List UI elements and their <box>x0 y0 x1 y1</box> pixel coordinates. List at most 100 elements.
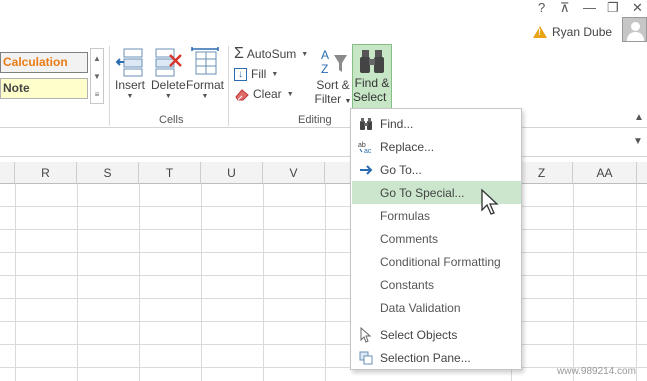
menu-item-label: Replace... <box>380 139 435 154</box>
style-calculation[interactable]: Calculation <box>0 52 88 73</box>
chevron-down-icon: ▼ <box>271 70 279 78</box>
insert-button[interactable]: Insert ▼ <box>115 46 145 102</box>
eraser-icon <box>235 89 249 101</box>
insert-label: Insert <box>115 78 146 92</box>
grid-line <box>573 184 574 381</box>
menu-item-conditional-formatting[interactable]: Conditional Formatting <box>352 250 521 273</box>
column-header-s[interactable]: S <box>77 162 139 184</box>
ribbon-display-icon[interactable]: ⊼ <box>560 0 570 16</box>
fill-down-icon: ↓ <box>234 67 247 81</box>
svg-text:A: A <box>321 48 329 62</box>
maximize-icon[interactable]: ❐ <box>607 0 619 16</box>
menu-item-label: Comments <box>380 231 439 246</box>
replace-icon: ab ac <box>352 140 380 154</box>
column-header-partial[interactable] <box>0 162 15 184</box>
format-button[interactable]: Format ▼ <box>186 46 224 102</box>
binoculars-icon <box>352 117 380 131</box>
style-note[interactable]: Note <box>0 78 88 99</box>
menu-item-selection-pane[interactable]: Selection Pane... <box>352 346 521 369</box>
collapse-ribbon-icon[interactable]: ▲ <box>634 112 644 123</box>
grid-line <box>636 184 637 381</box>
warning-icon <box>533 26 547 38</box>
find-select-button[interactable]: Find & Select ▼ <box>352 44 392 117</box>
menu-item-label: Find... <box>380 116 414 131</box>
sigma-icon: Σ <box>234 45 244 62</box>
menu-item-label: Formulas <box>380 208 431 223</box>
grid-line <box>201 184 202 381</box>
more-icon[interactable]: ≡ <box>95 90 100 99</box>
clear-button[interactable]: Clear ▼ <box>234 85 294 103</box>
menu-item-comments[interactable]: Comments <box>352 227 521 250</box>
delete-button[interactable]: Delete ▼ <box>151 46 186 102</box>
arrow-right-icon <box>352 164 380 176</box>
styles-gallery-scroll[interactable]: ▲ ▼ ≡ <box>90 48 104 104</box>
formula-bar[interactable]: ▼ <box>0 133 647 157</box>
selection-pane-icon <box>352 351 380 365</box>
user-account[interactable]: Ryan Dube <box>533 22 612 42</box>
chevron-down-icon: ▼ <box>286 90 294 98</box>
column-header-v[interactable]: V <box>263 162 325 184</box>
help-icon[interactable]: ? <box>538 0 545 15</box>
find-select-menu: Find... ab ac Replace... Go To... Go To S… <box>350 108 522 370</box>
grid-line <box>263 184 264 381</box>
chevron-up-icon[interactable]: ▲ <box>93 54 101 63</box>
ribbon: Calculation Note ▲ ▼ ≡ Insert ▼ Delete ▼ <box>0 42 647 128</box>
svg-text:Z: Z <box>321 62 328 76</box>
menu-item-label: Go To Special... <box>380 185 465 200</box>
sort-label-2: Filter ▼ <box>314 92 352 106</box>
separator <box>228 46 229 126</box>
menu-item-find[interactable]: Find... <box>352 112 521 135</box>
find-label-1: Find & <box>354 76 390 90</box>
column-header-u[interactable]: U <box>201 162 263 184</box>
menu-item-constants[interactable]: Constants <box>352 273 521 296</box>
cells-group-label: Cells <box>159 114 184 126</box>
chevron-down-icon: ▼ <box>126 93 134 100</box>
menu-item-label: Conditional Formatting <box>380 254 501 269</box>
chevron-down-icon: ▼ <box>201 93 209 100</box>
close-icon[interactable]: ✕ <box>632 0 643 16</box>
autosum-button[interactable]: Σ AutoSum ▼ <box>234 45 308 63</box>
grid-line <box>77 184 78 381</box>
menu-item-data-validation[interactable]: Data Validation <box>352 296 521 319</box>
menu-item-replace[interactable]: ab ac Replace... <box>352 135 521 158</box>
minimize-icon[interactable]: — <box>583 0 596 15</box>
mouse-pointer-icon <box>480 188 500 219</box>
worksheet-grid[interactable] <box>0 184 647 381</box>
menu-item-select-objects[interactable]: Select Objects <box>352 323 521 346</box>
delete-cells-icon <box>155 48 183 77</box>
fill-label: Fill <box>251 67 267 81</box>
chevron-down-icon[interactable]: ▼ <box>93 72 101 81</box>
clear-label: Clear <box>253 87 282 101</box>
column-header-aa[interactable]: AA <box>573 162 637 184</box>
sort-filter-button[interactable]: A Z Sort & Filter ▼ <box>314 46 352 109</box>
chevron-down-icon: ▼ <box>164 93 172 100</box>
insert-cells-icon <box>115 48 143 77</box>
separator <box>109 46 110 126</box>
grid-line <box>325 184 326 381</box>
title-bar: ? ⊼ — ❐ ✕ Ryan Dube <box>0 0 647 46</box>
sort-filter-icon: A Z <box>321 48 347 76</box>
menu-item-label: Go To... <box>380 162 422 177</box>
format-cells-icon <box>191 47 219 75</box>
grid-line <box>139 184 140 381</box>
delete-label: Delete <box>151 78 186 92</box>
fill-button[interactable]: ↓ Fill ▼ <box>234 65 278 83</box>
expand-formula-bar-icon[interactable]: ▼ <box>633 136 643 147</box>
menu-item-label: Selection Pane... <box>380 350 471 365</box>
editing-group-label: Editing <box>298 114 332 126</box>
menu-item-go-to[interactable]: Go To... <box>352 158 521 181</box>
menu-item-label: Data Validation <box>380 300 461 315</box>
svg-text:ac: ac <box>364 148 372 154</box>
autosum-label: AutoSum <box>246 47 297 61</box>
select-pointer-icon <box>352 326 380 343</box>
binoculars-icon <box>360 50 384 73</box>
column-header-r[interactable]: R <box>15 162 77 184</box>
menu-item-label: Constants <box>380 277 435 292</box>
avatar[interactable] <box>622 17 647 42</box>
column-header-t[interactable]: T <box>139 162 201 184</box>
watermark-text: www.989214.com <box>557 366 636 377</box>
column-headers: R S T U V W X Y Z AA <box>0 162 647 184</box>
user-name: Ryan Dube <box>552 25 613 39</box>
grid-line <box>15 184 16 381</box>
chevron-down-icon: ▼ <box>301 50 309 58</box>
